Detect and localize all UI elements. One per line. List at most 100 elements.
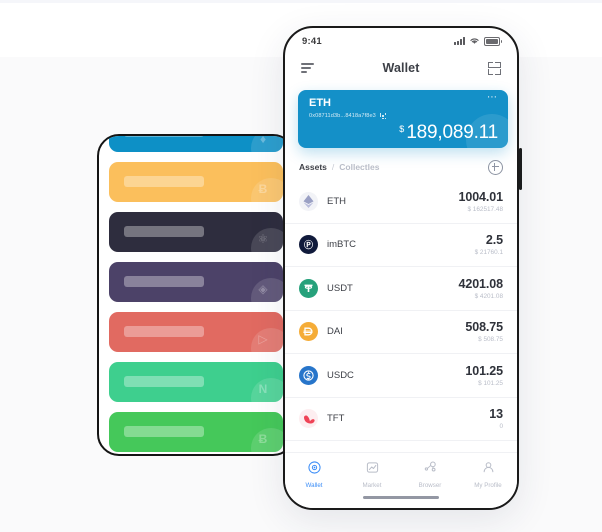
- skeleton-card[interactable]: ⚛: [109, 212, 283, 252]
- asset-values: 101.25 $ 101.25: [465, 364, 503, 387]
- skeleton-text-bar: [124, 276, 204, 287]
- coin-watermark-icon: ♦: [251, 136, 283, 152]
- balance-value: 189,089.11: [406, 122, 498, 143]
- tab-assets[interactable]: Assets: [299, 162, 327, 172]
- skeleton-text-bar: [124, 226, 204, 237]
- coin-watermark-icon: ⚛: [251, 228, 283, 252]
- tab-separator: /: [331, 162, 335, 172]
- asset-values: 508.75 $ 508.75: [465, 320, 503, 343]
- assets-tabs: Assets / Collectles: [299, 162, 379, 172]
- tft-coin-icon: [299, 409, 318, 429]
- skeleton-card-list: ♦Ƀ⚛◈▷NɃŁ: [99, 136, 293, 454]
- more-options-icon[interactable]: ⋯: [487, 93, 498, 103]
- asset-amount: 1004.01: [458, 189, 504, 204]
- left-device-outline: ♦Ƀ⚛◈▷NɃŁ: [97, 134, 295, 456]
- asset-values: 2.5 $ 21760.1: [474, 233, 504, 257]
- tab-label: Wallet: [305, 482, 323, 489]
- asset-fiat-value: $ 21760.1: [474, 249, 503, 257]
- coin-watermark-icon: Ƀ: [251, 178, 283, 202]
- profile-tab-icon: [482, 461, 495, 479]
- tab-label: Browser: [418, 482, 442, 489]
- status-indicators: [454, 36, 502, 46]
- asset-row[interactable]: DAI 508.75 $ 508.75: [285, 311, 517, 354]
- skeleton-text-bar: [124, 376, 204, 387]
- asset-fiat-value: $ 162517.48: [467, 205, 503, 213]
- wifi-icon: [470, 38, 479, 44]
- status-time: 9:41: [302, 35, 322, 47]
- asset-fiat-value: $ 508.75: [478, 336, 503, 344]
- asset-amount: 13: [489, 407, 503, 422]
- dai-coin-icon: [299, 322, 318, 342]
- usdt-coin-icon: [299, 278, 318, 298]
- page-title: Wallet: [382, 61, 420, 75]
- skeleton-card[interactable]: N: [109, 362, 283, 402]
- asset-row[interactable]: USDT 4201.08 $ 4201.08: [285, 267, 517, 311]
- skeleton-text-bar: [124, 426, 204, 437]
- skeleton-card[interactable]: Ƀ: [109, 412, 283, 452]
- wallet-symbol: ETH: [309, 97, 331, 109]
- asset-list[interactable]: ETH 1004.01 $ 162517.48 ⓅimBTC 2.5 $ 21760.1 U…: [285, 180, 517, 452]
- asset-row[interactable]: ⓅimBTC 2.5 $ 21760.1: [285, 224, 517, 267]
- page-background-accent-line: [0, 0, 602, 3]
- coin-watermark-icon: ◈: [251, 278, 283, 302]
- market-tab-icon: [366, 461, 379, 479]
- wallet-balance: $ 189,089.11: [399, 122, 498, 144]
- tab-wallet[interactable]: Wallet: [285, 461, 343, 489]
- asset-amount: 101.25: [465, 363, 503, 378]
- asset-row[interactable]: ETH 1004.01 $ 162517.48: [285, 180, 517, 224]
- usdc-coin-icon: [299, 365, 318, 385]
- asset-row[interactable]: TFT 13 0: [285, 398, 517, 441]
- skeleton-text-bar: [124, 176, 204, 187]
- asset-row[interactable]: USDC 101.25 $ 101.25: [285, 354, 517, 398]
- coin-watermark-icon: N: [251, 378, 283, 402]
- asset-amount: 4201.08: [458, 276, 504, 291]
- skeleton-text-bar: [124, 136, 204, 137]
- asset-symbol: USDT: [327, 282, 353, 294]
- coin-watermark-icon: ▷: [251, 328, 283, 352]
- asset-amount: 2.5: [485, 233, 503, 248]
- asset-amount: 508.75: [465, 320, 503, 335]
- asset-symbol: imBTC: [327, 239, 357, 251]
- asset-fiat-value: $ 4201.08: [474, 292, 503, 300]
- currency-symbol: $: [399, 124, 405, 134]
- scan-qr-icon[interactable]: [487, 61, 501, 75]
- skeleton-card[interactable]: ♦: [109, 136, 283, 152]
- asset-symbol: DAI: [327, 326, 343, 338]
- asset-values: 4201.08 $ 4201.08: [459, 277, 504, 300]
- home-indicator: [363, 495, 439, 499]
- asset-symbol: ETH: [327, 195, 346, 207]
- asset-values: 13 0: [489, 407, 503, 430]
- assets-header: Assets / Collectles: [299, 158, 503, 176]
- tab-collectibles[interactable]: Collectles: [339, 162, 379, 172]
- tab-label: Market: [362, 482, 382, 489]
- coin-watermark-icon: Ƀ: [251, 428, 283, 452]
- asset-symbol: USDC: [327, 369, 354, 381]
- bottom-tab-bar[interactable]: Wallet Market Browser My Profile: [285, 452, 517, 508]
- asset-fiat-value: $ 101.25: [478, 379, 503, 387]
- menu-icon[interactable]: [301, 63, 314, 73]
- skeleton-text-bar: [124, 326, 204, 337]
- add-token-button[interactable]: [488, 159, 503, 175]
- wallet-balance-card[interactable]: ETH 0x08711d3b...8418a7f8e3 ⋯ $ 189,089.…: [298, 90, 508, 148]
- asset-fiat-value: 0: [499, 423, 503, 431]
- skeleton-card[interactable]: ▷: [109, 312, 283, 352]
- phone-device: 9:41 Wallet ETH 0x08711d3b...8418a7f8e3: [283, 26, 519, 510]
- battery-icon: [484, 36, 502, 46]
- browser-tab-icon: [423, 461, 437, 479]
- skeleton-card[interactable]: ◈: [109, 262, 283, 302]
- wallet-address[interactable]: 0x08711d3b...8418a7f8e3: [309, 113, 386, 120]
- skeleton-card[interactable]: Ƀ: [109, 162, 283, 202]
- tab-market[interactable]: Market: [343, 461, 401, 489]
- asset-values: 1004.01 $ 162517.48: [459, 190, 504, 213]
- imbtc-coin-icon: Ⓟ: [299, 235, 318, 255]
- cellular-signal-icon: [454, 37, 465, 45]
- tab-label: My Profile: [474, 482, 502, 489]
- wallet-tab-icon: [307, 461, 321, 479]
- wallet-address-text: 0x08711d3b...8418a7f8e3: [309, 113, 376, 120]
- power-button[interactable]: [519, 148, 522, 190]
- tab-browser[interactable]: Browser: [401, 461, 459, 489]
- eth-coin-icon: [299, 191, 318, 211]
- nav-bar: Wallet: [285, 54, 517, 82]
- tab-my-profile[interactable]: My Profile: [459, 461, 517, 489]
- qr-code-icon[interactable]: [379, 113, 386, 120]
